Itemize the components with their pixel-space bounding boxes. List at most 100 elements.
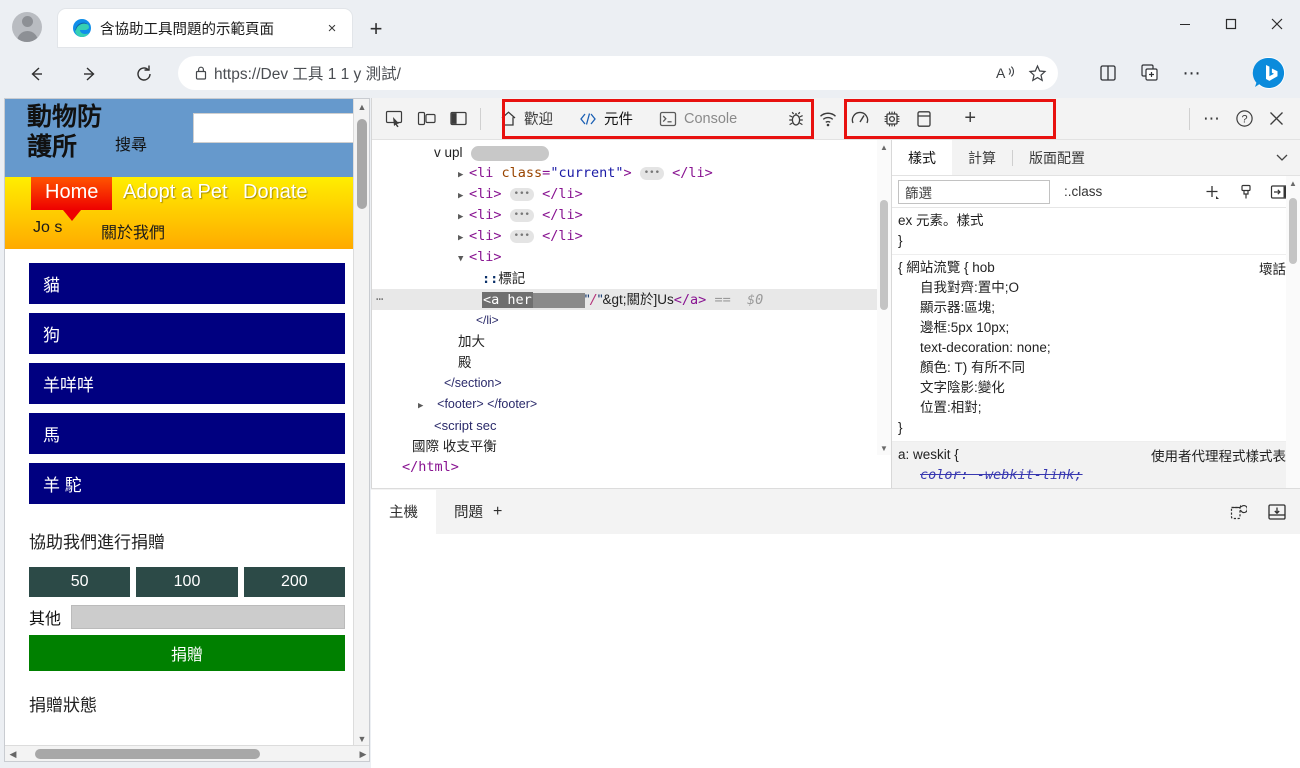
performance-gauge-icon[interactable] <box>844 104 876 134</box>
chevron-down-icon[interactable] <box>1274 149 1290 165</box>
amount-button-100[interactable]: 100 <box>136 567 238 597</box>
expand-arrow-icon[interactable]: ▶ <box>458 165 469 186</box>
page-horizontal-scrollbar[interactable]: ◀ ▶ <box>5 745 369 761</box>
tab-elements[interactable]: 元件 <box>566 99 646 139</box>
dom-node-marker[interactable]: ::標記 <box>372 268 891 289</box>
scroll-thumb[interactable] <box>35 749 260 759</box>
drawer-tab-console[interactable]: 主機 <box>371 489 436 534</box>
dom-gutter-dots[interactable]: ⋯ <box>376 289 383 310</box>
debugger-bug-icon[interactable] <box>780 104 812 134</box>
class-toggle-button[interactable]: :.class <box>1056 184 1102 199</box>
css-declaration[interactable]: 自我對齊:置中;O <box>898 278 1300 298</box>
dom-node-li[interactable]: ▶ <li> ••• </li> <box>372 184 891 205</box>
favorite-star-icon[interactable] <box>1022 59 1052 87</box>
dom-node-close-li[interactable]: </li> <box>372 310 891 331</box>
drawer-add-tab-button[interactable]: + <box>493 503 502 521</box>
css-declaration[interactable]: 邊框:5px 10px; <box>898 318 1300 338</box>
css-selector[interactable]: { 網站流覽 { hob <box>898 258 1300 278</box>
dom-node-footer[interactable]: ▶ <footer> </footer> <box>372 394 891 415</box>
amount-button-200[interactable]: 200 <box>243 567 345 597</box>
css-rule-user-agent[interactable]: a: weskit { 使用者代理程式樣式表 color: -webkit-li… <box>892 442 1300 489</box>
tab-styles[interactable]: 樣式 <box>892 140 952 175</box>
dom-node-li-expanded[interactable]: ▼ <li> <box>372 247 891 268</box>
amount-button-50[interactable]: 50 <box>29 567 131 597</box>
dock-drawer-icon[interactable] <box>1264 499 1290 525</box>
address-bar[interactable]: https://Dev 工具 1 1 y 測試/ A <box>178 56 1058 90</box>
expand-arrow-icon[interactable]: ▶ <box>458 228 469 249</box>
expand-arrow-icon[interactable]: ▶ <box>418 396 429 417</box>
css-declaration[interactable]: 位置:相對; <box>898 398 1300 418</box>
scroll-up-arrow-icon[interactable]: ▲ <box>877 140 891 154</box>
forward-arrow-icon[interactable] <box>72 56 108 92</box>
collapse-arrow-icon[interactable]: ▼ <box>458 249 469 270</box>
application-storage-icon[interactable] <box>908 104 940 134</box>
back-arrow-icon[interactable] <box>18 56 54 92</box>
split-screen-icon[interactable] <box>1092 58 1124 88</box>
scroll-thumb[interactable] <box>1289 198 1297 264</box>
css-declaration[interactable]: text-decoration: none; <box>898 338 1300 358</box>
css-rules-area[interactable]: ex 元素。樣式 } { 網站流覽 { hob 壞話 自我對齊:置中;O 顯示器… <box>892 208 1300 489</box>
inspect-element-icon[interactable] <box>378 104 410 134</box>
expand-arrow-icon[interactable]: ▶ <box>458 207 469 228</box>
dom-node-partial[interactable]: v upl <box>372 142 891 163</box>
dom-node-li[interactable]: ▶ <li> ••• </li> <box>372 226 891 247</box>
css-declaration[interactable]: color: -webkit-link; <box>898 465 1300 485</box>
list-item[interactable]: 羊咩咩 <box>29 363 345 404</box>
maximize-icon[interactable] <box>1208 0 1254 48</box>
scroll-up-arrow-icon[interactable]: ▲ <box>1286 176 1300 190</box>
dom-text-node[interactable]: 國際 收支平衡 <box>372 436 891 457</box>
bing-copilot-button[interactable] <box>1252 56 1286 90</box>
nav-item-jobs[interactable]: Jo s <box>33 219 62 237</box>
dock-side-icon[interactable] <box>442 104 474 134</box>
list-item[interactable]: 馬 <box>29 413 345 454</box>
read-aloud-icon[interactable]: A <box>992 59 1022 87</box>
nav-item-about[interactable]: 關於我們 <box>101 219 165 243</box>
donate-submit-button[interactable]: 捐贈 <box>29 635 345 671</box>
network-wifi-icon[interactable] <box>812 104 844 134</box>
memory-chip-icon[interactable] <box>876 104 908 134</box>
expand-arrow-icon[interactable]: ▶ <box>458 186 469 207</box>
dom-tree-pane[interactable]: v upl ▶ <li class="current"> ••• </li> ▶ <… <box>372 140 892 534</box>
dom-node-li-current[interactable]: ▶ <li class="current"> ••• </li> <box>372 163 891 184</box>
reload-icon[interactable] <box>126 56 162 92</box>
dom-tree-scrollbar[interactable]: ▲ ▼ <box>877 140 891 455</box>
nav-item-home[interactable]: Home <box>31 177 113 221</box>
css-declaration[interactable]: 文字陰影:變化 <box>898 378 1300 398</box>
help-icon[interactable]: ? <box>1228 104 1260 134</box>
device-emulation-icon[interactable] <box>410 104 442 134</box>
css-selector[interactable]: ex 元素。樣式 <box>898 211 1300 231</box>
styles-filter-input[interactable]: 篩選 <box>898 179 1050 204</box>
scroll-thumb[interactable] <box>357 119 367 209</box>
styles-scrollbar[interactable]: ▲ ▼ <box>1286 176 1300 498</box>
color-picker-icon[interactable] <box>1232 180 1260 204</box>
scroll-left-arrow-icon[interactable]: ◀ <box>5 746 21 761</box>
list-item[interactable]: 貓 <box>29 263 345 304</box>
close-devtools-icon[interactable] <box>1260 104 1292 134</box>
css-declaration[interactable]: 顏色: T) 有所不同 <box>898 358 1300 378</box>
dom-tree[interactable]: v upl ▶ <li class="current"> ••• </li> ▶ <… <box>372 140 891 478</box>
dom-node-close-html[interactable]: </html> <box>372 457 891 478</box>
clear-console-icon[interactable] <box>1224 499 1250 525</box>
browser-tab[interactable]: 含協助工具問題的示範頁面 × <box>58 9 352 47</box>
other-amount-input[interactable] <box>71 605 345 629</box>
tab-close-icon[interactable]: × <box>320 16 344 40</box>
dom-node-close-section[interactable]: </section> <box>372 373 891 394</box>
css-declaration[interactable]: 顯示器:區塊; <box>898 298 1300 318</box>
more-tools-icon[interactable]: ⋯ <box>1196 104 1228 134</box>
drawer-tab-issues[interactable]: 問題 <box>436 490 501 534</box>
close-icon[interactable] <box>1254 0 1300 48</box>
collections-icon[interactable] <box>1134 58 1166 88</box>
scroll-up-arrow-icon[interactable]: ▲ <box>354 99 369 115</box>
scroll-thumb[interactable] <box>880 200 888 310</box>
nav-item-adopt[interactable]: Adopt a Pet <box>123 181 228 204</box>
dom-node-li[interactable]: ▶ <li> ••• </li> <box>372 205 891 226</box>
dom-text-node[interactable]: 加大 <box>372 331 891 352</box>
list-item[interactable]: 羊 駝 <box>29 463 345 504</box>
profile-avatar[interactable] <box>12 12 42 42</box>
new-style-rule-icon[interactable] <box>1198 180 1226 204</box>
minimize-icon[interactable] <box>1162 0 1208 48</box>
scroll-down-arrow-icon[interactable]: ▼ <box>877 441 891 455</box>
dom-text-node[interactable]: 殿 <box>372 352 891 373</box>
list-item[interactable]: 狗 <box>29 313 345 354</box>
page-vertical-scrollbar[interactable]: ▲ ▼ <box>353 99 369 747</box>
